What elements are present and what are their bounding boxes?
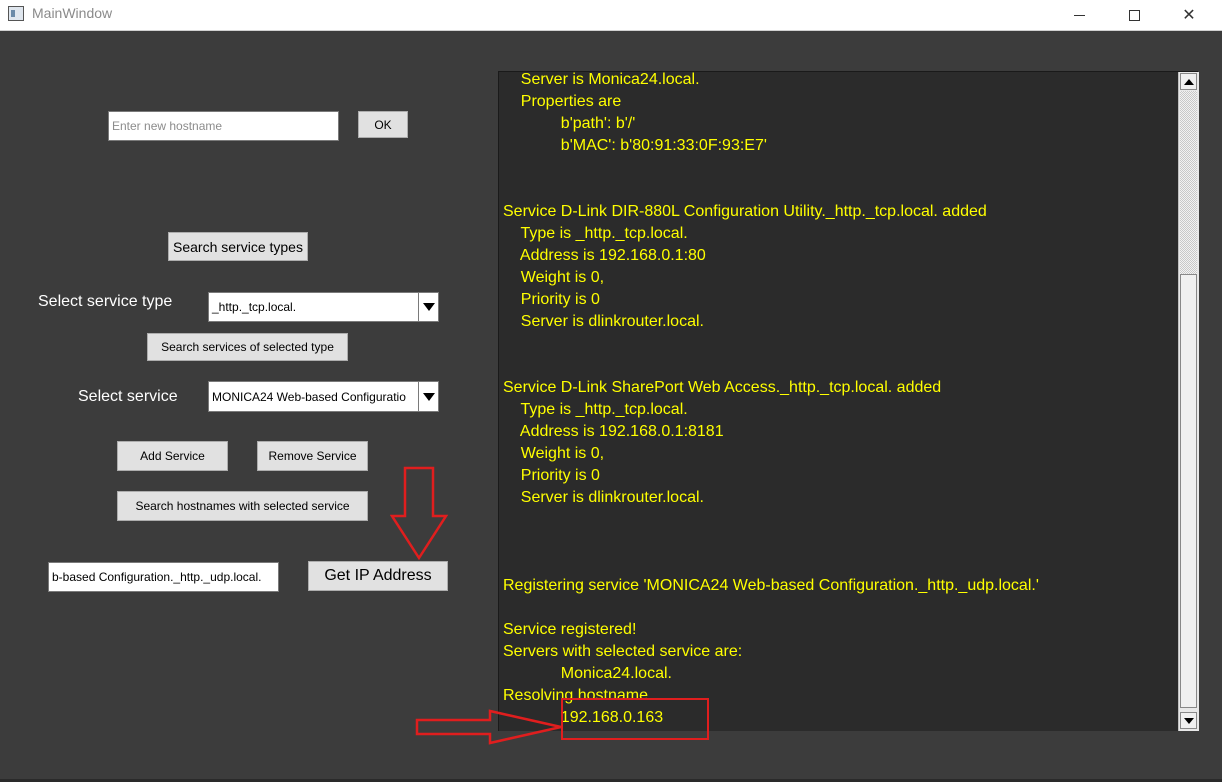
chevron-down-icon bbox=[1183, 717, 1194, 724]
app-window-icon bbox=[8, 6, 24, 21]
minimize-button[interactable] bbox=[1056, 0, 1102, 30]
scroll-track[interactable] bbox=[1180, 91, 1197, 274]
log-line: Priority is 0 bbox=[503, 291, 600, 308]
log-line: Priority is 0 bbox=[503, 467, 600, 484]
search-services-button[interactable]: Search services of selected type bbox=[147, 333, 348, 361]
ok-button[interactable]: OK bbox=[358, 111, 408, 138]
hostname-input[interactable]: Enter new hostname bbox=[108, 111, 339, 141]
close-icon: ✕ bbox=[1182, 7, 1196, 24]
scroll-thumb[interactable] bbox=[1180, 274, 1197, 708]
chevron-down-icon[interactable] bbox=[418, 293, 438, 321]
select-service-type-label: Select service type bbox=[38, 293, 173, 310]
remove-service-button[interactable]: Remove Service bbox=[257, 441, 368, 471]
log-output[interactable]: Server is Monica24.local. Properties are… bbox=[498, 71, 1198, 731]
log-line: Monica24.local. bbox=[503, 665, 672, 682]
log-line: Type is _http._tcp.local. bbox=[503, 401, 688, 418]
chevron-up-icon bbox=[1183, 78, 1194, 85]
log-line: Type is _http._tcp.local. bbox=[503, 225, 688, 242]
service-name-field[interactable]: b-based Configuration._http._udp.local. bbox=[48, 562, 279, 592]
get-ip-address-button[interactable]: Get IP Address bbox=[308, 561, 448, 591]
log-scrollbar[interactable] bbox=[1178, 72, 1199, 731]
service-dropdown[interactable]: MONICA24 Web-based Configuratio bbox=[208, 381, 439, 412]
close-button[interactable]: ✕ bbox=[1166, 0, 1212, 30]
log-line: Service D-Link SharePort Web Access._htt… bbox=[503, 379, 942, 396]
maximize-button[interactable] bbox=[1111, 0, 1157, 30]
search-service-types-button[interactable]: Search service types bbox=[168, 232, 308, 261]
log-line: Server is dlinkrouter.local. bbox=[503, 313, 704, 330]
window-title: MainWindow bbox=[32, 5, 113, 21]
log-line: Service D-Link DIR-880L Configuration Ut… bbox=[503, 203, 987, 220]
maximize-icon bbox=[1128, 9, 1140, 21]
scroll-down-button[interactable] bbox=[1180, 712, 1197, 729]
log-line: Server is dlinkrouter.local. bbox=[503, 489, 704, 506]
service-value: MONICA24 Web-based Configuratio bbox=[212, 389, 406, 404]
log-line: Service registered! bbox=[503, 621, 637, 638]
log-line: Weight is 0, bbox=[503, 269, 605, 286]
log-line: Weight is 0, bbox=[503, 445, 605, 462]
log-line: Servers with selected service are: bbox=[503, 643, 743, 660]
service-type-dropdown[interactable]: _http._tcp.local. bbox=[208, 292, 439, 322]
log-line: Address is 192.168.0.1:8181 bbox=[503, 423, 724, 440]
log-line: b'MAC': b'80:91:33:0F:93:E7' bbox=[503, 137, 767, 154]
select-service-label: Select service bbox=[78, 388, 178, 405]
highlight-box-annotation bbox=[561, 698, 709, 740]
chevron-down-icon[interactable] bbox=[418, 382, 438, 411]
log-line: Properties are bbox=[503, 93, 622, 110]
minimize-icon bbox=[1073, 14, 1085, 16]
log-line: b'path': b'/' bbox=[503, 115, 636, 132]
down-arrow-annotation-icon bbox=[390, 466, 449, 561]
log-line: Registering service 'MONICA24 Web-based … bbox=[503, 577, 1039, 594]
log-line: Server is Monica24.local. bbox=[503, 71, 700, 88]
service-type-value: _http._tcp.local. bbox=[212, 300, 297, 314]
scroll-up-button[interactable] bbox=[1180, 73, 1197, 90]
search-hostnames-button[interactable]: Search hostnames with selected service bbox=[117, 491, 368, 521]
add-service-button[interactable]: Add Service bbox=[117, 441, 228, 471]
log-line: Address is 192.168.0.1:80 bbox=[503, 247, 706, 264]
right-arrow-annotation-icon bbox=[415, 709, 562, 745]
title-bar: MainWindow ✕ bbox=[0, 0, 1222, 31]
